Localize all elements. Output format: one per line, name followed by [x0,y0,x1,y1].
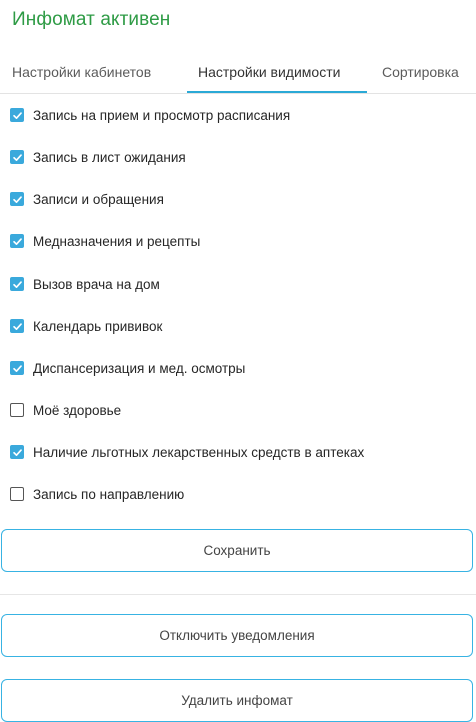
checkbox-row[interactable]: Календарь прививок [10,316,162,336]
checkbox-row[interactable]: Запись по направлению [10,484,184,504]
checkbox-label: Диспансеризация и мед. осмотры [33,360,246,376]
disable-notifications-button[interactable]: Отключить уведомления [1,614,473,657]
page-title: Инфомат активен [12,9,171,30]
checkbox-unchecked[interactable] [10,487,24,501]
checkbox-label: Запись по направлению [33,486,185,502]
checkmark-icon [12,448,22,456]
checkbox-label: Календарь прививок [33,318,163,334]
checkbox-checked[interactable] [10,361,24,375]
checkbox-row[interactable]: Медназначения и рецепты [10,231,200,251]
checkmark-icon [12,153,22,161]
checkmark-icon [12,364,22,372]
checkbox-label: Наличие льготных лекарственных средств в… [33,444,365,460]
checkmark-icon [12,322,22,330]
checkmark-icon [12,280,22,288]
checkbox-checked[interactable] [10,277,24,291]
active-tab-indicator [187,91,367,93]
delete-infomat-button[interactable]: Удалить инфомат [1,679,473,722]
checkmark-icon [12,195,22,203]
checkbox-checked[interactable] [10,319,24,333]
checkbox-checked[interactable] [10,192,24,206]
checkbox-checked[interactable] [10,445,24,459]
checkbox-label: Запись в лист ожидания [33,149,186,165]
checkmark-icon [12,237,22,245]
checkbox-row[interactable]: Запись в лист ожидания [10,147,186,167]
checkbox-row[interactable]: Диспансеризация и мед. осмотры [10,358,245,378]
checkbox-row[interactable]: Запись на прием и просмотр расписания [10,105,290,125]
checkbox-label: Запись на прием и просмотр расписания [33,107,291,123]
checkbox-label: Вызов врача на дом [33,276,160,292]
checkmark-icon [12,111,22,119]
checkbox-row[interactable]: Наличие льготных лекарственных средств в… [10,442,364,462]
tab-sorting[interactable]: Сортировка [382,64,459,80]
tab-visibility-settings[interactable]: Настройки видимости [198,64,340,80]
checkbox-row[interactable]: Моё здоровье [10,400,121,420]
save-button[interactable]: Сохранить [1,529,473,572]
checkbox-label: Записи и обращения [33,191,164,207]
checkbox-checked[interactable] [10,150,24,164]
tab-cabinet-settings[interactable]: Настройки кабинетов [12,64,151,80]
checkbox-label: Моё здоровье [33,402,122,418]
checkbox-row[interactable]: Записи и обращения [10,189,164,209]
checkbox-label: Медназначения и рецепты [33,233,201,249]
checkbox-checked[interactable] [10,108,24,122]
tab-bar: Настройки кабинетов Настройки видимости … [0,56,476,94]
checkbox-checked[interactable] [10,234,24,248]
divider [0,594,476,595]
checkbox-unchecked[interactable] [10,403,24,417]
checkbox-row[interactable]: Вызов врача на дом [10,274,160,294]
